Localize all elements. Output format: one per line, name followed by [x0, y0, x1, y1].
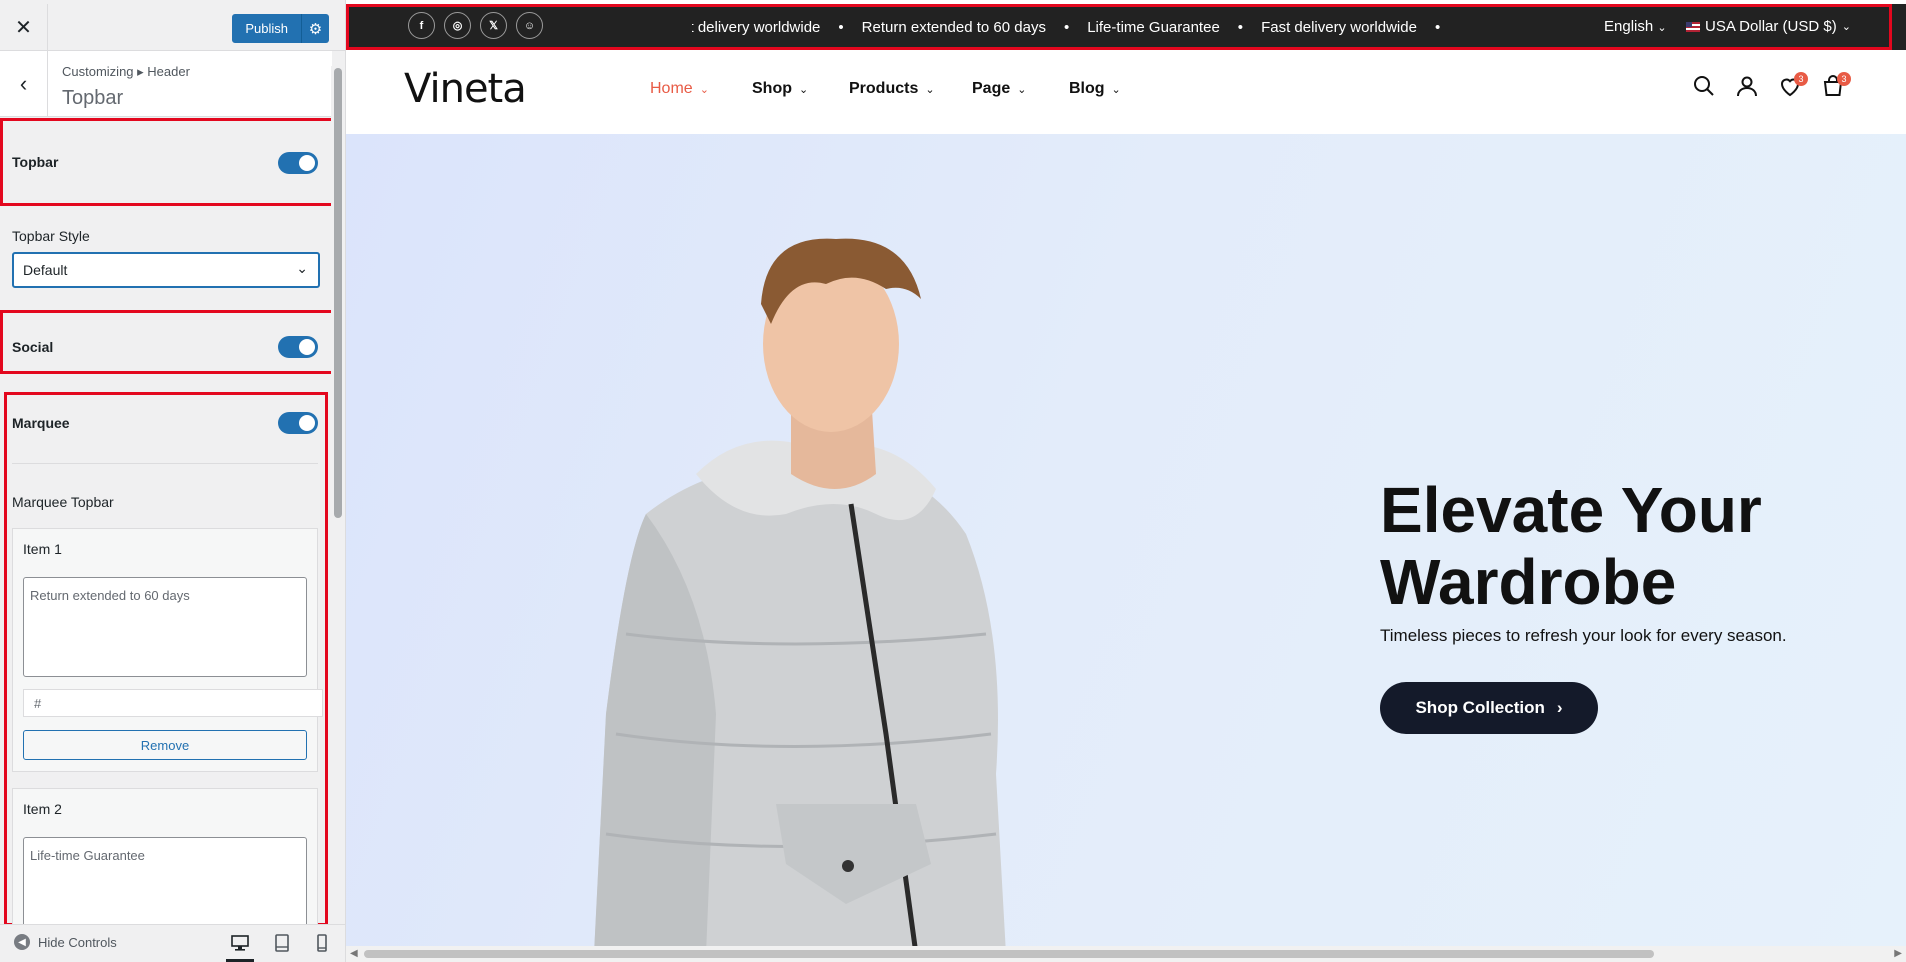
- gear-icon[interactable]: ⚙: [301, 14, 329, 43]
- close-icon[interactable]: ✕: [0, 4, 48, 51]
- publish-group: Publish ⚙: [232, 14, 329, 43]
- marquee-item-card: Item 1 Return extended to 60 days # Remo…: [12, 528, 323, 772]
- scrollbar-thumb[interactable]: [364, 950, 1654, 958]
- social-label: Social: [12, 339, 54, 355]
- highlight-topbar-preview: [346, 4, 1892, 50]
- site-logo[interactable]: Vineta: [404, 66, 527, 112]
- shop-collection-button[interactable]: Shop Collection ›: [1380, 682, 1598, 734]
- chevron-down-icon: ⌄: [1111, 84, 1121, 96]
- horizontal-scrollbar[interactable]: ◀ ▶: [346, 946, 1906, 962]
- hero-title-line: Wardrobe: [1380, 546, 1677, 618]
- scroll-left-icon[interactable]: ◀: [350, 948, 358, 959]
- nav-item-products[interactable]: Products ⌄: [849, 80, 935, 98]
- wishlist-count-badge: 3: [1794, 72, 1808, 86]
- customizer-sidebar: ✕ Publish ⚙ ‹ Customizing ▸ Header Topba…: [0, 0, 346, 962]
- item-text-field[interactable]: Return extended to 60 days: [23, 577, 307, 677]
- desktop-icon[interactable]: [230, 934, 250, 952]
- marquee-toggle[interactable]: [278, 412, 318, 434]
- nav-item-page[interactable]: Page ⌄: [972, 80, 1026, 98]
- controls-panel: Topbar Topbar Style Default ⌄ Social Mar…: [0, 118, 332, 924]
- scroll-right-icon[interactable]: ▶: [1894, 948, 1902, 959]
- topbar-style-select[interactable]: Default ⌄: [12, 252, 320, 288]
- customizer-footer: ◀ Hide Controls: [0, 924, 345, 962]
- marquee-label: Marquee: [12, 415, 70, 431]
- marquee-item-card: Item 2 Life-time Guarantee: [12, 788, 318, 924]
- nav-label: Blog: [1069, 80, 1105, 97]
- nav-label: Page: [972, 80, 1011, 97]
- chevron-down-icon: ⌄: [925, 84, 935, 96]
- nav-item-shop[interactable]: Shop ⌄: [752, 80, 808, 98]
- mobile-icon[interactable]: [312, 934, 332, 952]
- nav-label: Products: [849, 80, 919, 97]
- user-icon[interactable]: [1735, 74, 1759, 98]
- section-title: Topbar: [62, 87, 124, 109]
- topbar-style-value: Default: [23, 262, 68, 278]
- nav-label: Shop: [752, 80, 792, 97]
- item-title: Item 1: [23, 541, 62, 557]
- hero-subtitle: Timeless pieces to refresh your look for…: [1380, 626, 1787, 645]
- chevron-right-icon: ›: [1556, 698, 1563, 717]
- nav-item-home[interactable]: Home ⌄: [650, 80, 709, 98]
- hero-title: Elevate Your Wardrobe: [1380, 474, 1860, 618]
- chevron-down-icon: ⌄: [296, 260, 308, 276]
- breadcrumb: Customizing ▸ Header: [62, 64, 190, 79]
- topbar-style-label: Topbar Style: [12, 228, 90, 244]
- social-toggle[interactable]: [278, 336, 318, 358]
- section-header: ‹ Customizing ▸ Header Topbar: [0, 51, 332, 117]
- hero-model-image: [594, 238, 1006, 946]
- marquee-topbar-label: Marquee Topbar: [12, 494, 114, 510]
- cta-label: Shop Collection: [1415, 698, 1545, 717]
- remove-button[interactable]: Remove: [23, 730, 307, 760]
- nav-label: Home: [650, 80, 693, 97]
- chevron-down-icon: ⌄: [699, 84, 709, 96]
- site-preview: f ◎ 𝕏 ☺ st delivery worldwide • Return e…: [346, 0, 1906, 962]
- topbar-label: Topbar: [12, 154, 59, 170]
- publish-button[interactable]: Publish: [232, 14, 301, 43]
- item-title: Item 2: [23, 801, 62, 817]
- chevron-down-icon: ⌄: [1017, 84, 1027, 96]
- hero-banner: Elevate Your Wardrobe Timeless pieces to…: [346, 134, 1906, 946]
- topbar-toggle[interactable]: [278, 152, 318, 174]
- tablet-icon[interactable]: [272, 934, 292, 952]
- search-icon[interactable]: [1692, 74, 1716, 98]
- hide-controls-button[interactable]: ◀ Hide Controls: [14, 934, 117, 950]
- cart-count-badge: 3: [1837, 72, 1851, 86]
- item-link-field[interactable]: #: [23, 689, 323, 717]
- customizer-top-bar: ✕ Publish ⚙: [0, 4, 345, 51]
- collapse-icon: ◀: [14, 934, 30, 950]
- sidebar-scrollbar[interactable]: [331, 66, 345, 924]
- nav-item-blog[interactable]: Blog ⌄: [1069, 80, 1121, 98]
- back-arrow-icon[interactable]: ‹: [0, 51, 48, 117]
- scrollbar-thumb[interactable]: [334, 68, 342, 518]
- hide-controls-label: Hide Controls: [38, 934, 117, 950]
- item-text-field[interactable]: Life-time Guarantee: [23, 837, 307, 924]
- divider: [12, 463, 318, 464]
- chevron-down-icon: ⌄: [799, 84, 809, 96]
- hero-title-line: Elevate Your: [1380, 474, 1762, 546]
